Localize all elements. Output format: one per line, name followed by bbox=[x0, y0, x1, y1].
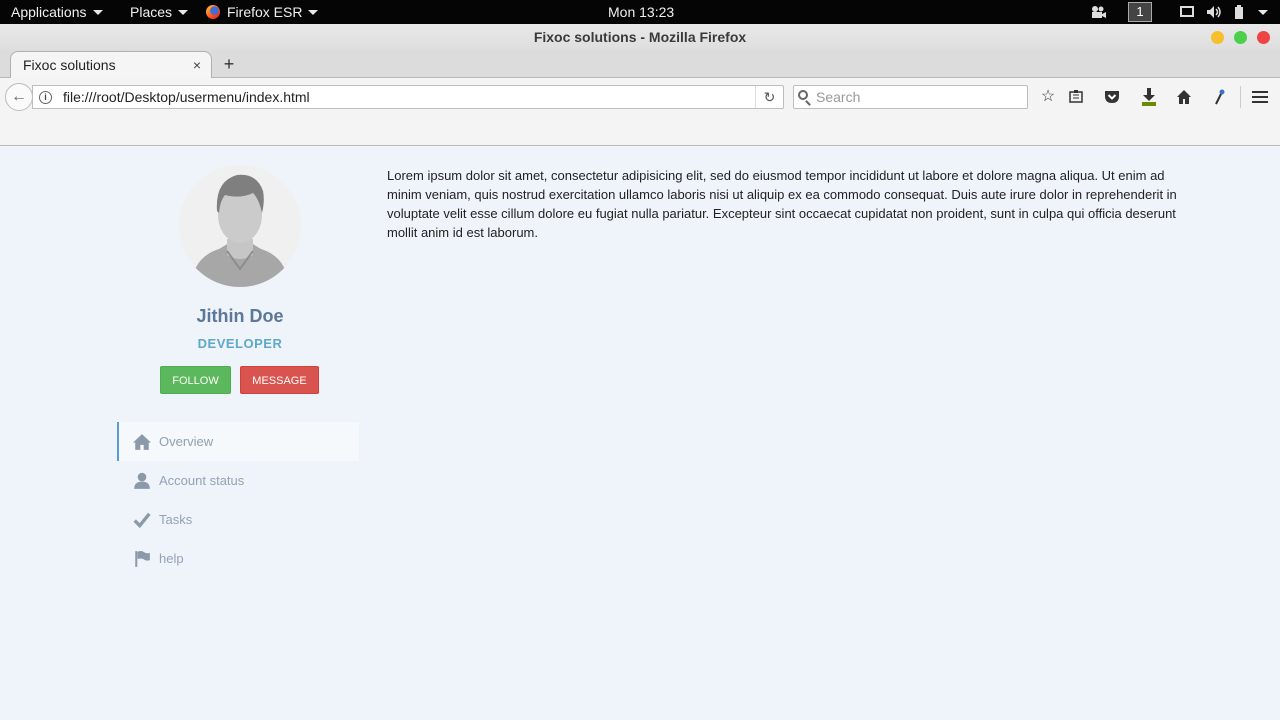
tab-fixoc-solutions[interactable]: Fixoc solutions × bbox=[10, 51, 212, 79]
nav-bar: i file:///root/Desktop/usermenu/index.ht… bbox=[0, 78, 1280, 116]
chevron-down-icon bbox=[92, 9, 103, 15]
home-icon bbox=[133, 434, 151, 450]
menu-item-label: Tasks bbox=[159, 512, 193, 527]
clock[interactable]: Mon 13:23 bbox=[608, 0, 674, 24]
arrow-left-icon: ← bbox=[11, 88, 27, 105]
chevron-down-icon bbox=[178, 9, 189, 15]
menu-item-label: help bbox=[159, 551, 184, 566]
applications-label: Applications bbox=[11, 4, 87, 20]
toolbar-divider bbox=[1240, 86, 1241, 108]
dropper-icon[interactable] bbox=[1212, 88, 1234, 110]
chevron-down-icon bbox=[308, 9, 319, 15]
places-menu[interactable]: Places bbox=[130, 0, 189, 24]
menu-item-label: Account status bbox=[159, 473, 245, 488]
flag-icon bbox=[135, 550, 150, 567]
hamburger-menu-icon[interactable] bbox=[1252, 90, 1274, 112]
menu-item-account-status[interactable]: Account status bbox=[117, 461, 359, 500]
pocket-icon[interactable] bbox=[1104, 89, 1126, 111]
firefox-icon bbox=[206, 5, 220, 19]
search-placeholder: Search bbox=[816, 89, 861, 105]
reading-list-icon[interactable] bbox=[1068, 89, 1090, 111]
tab-close-icon[interactable]: × bbox=[193, 52, 201, 78]
video-camera-icon[interactable] bbox=[1090, 5, 1106, 19]
window-title-bar: Fixoc solutions - Mozilla Firefox bbox=[0, 24, 1280, 50]
screen-icon[interactable] bbox=[1180, 6, 1194, 18]
info-icon[interactable]: i bbox=[39, 91, 52, 104]
clock-label: Mon 13:23 bbox=[608, 4, 675, 20]
bookmark-star-icon[interactable]: ☆ bbox=[1037, 86, 1059, 108]
tab-label: Fixoc solutions bbox=[23, 57, 116, 73]
workspace-indicator[interactable]: 1 bbox=[1128, 2, 1152, 22]
minimize-button[interactable] bbox=[1211, 31, 1224, 44]
home-icon[interactable] bbox=[1176, 89, 1198, 111]
reload-icon[interactable]: ↻ bbox=[755, 86, 783, 108]
profile-role: DEVELOPER bbox=[197, 336, 283, 351]
user-icon bbox=[134, 472, 150, 489]
menu-item-overview[interactable]: Overview bbox=[117, 422, 359, 461]
system-menu-chevron-icon[interactable] bbox=[1258, 10, 1268, 15]
maximize-button[interactable] bbox=[1234, 31, 1247, 44]
places-label: Places bbox=[130, 4, 173, 20]
menu-item-tasks[interactable]: Tasks bbox=[117, 500, 359, 539]
volume-icon[interactable] bbox=[1206, 5, 1222, 19]
applications-menu[interactable]: Applications bbox=[11, 0, 103, 24]
firefox-app-menu[interactable]: Firefox ESR bbox=[206, 0, 319, 24]
profile-menu: Overview Account status Tasks help bbox=[117, 422, 359, 578]
battery-icon[interactable] bbox=[1234, 5, 1244, 19]
follow-button[interactable]: FOLLOW bbox=[160, 366, 231, 394]
menu-item-help[interactable]: help bbox=[117, 539, 359, 578]
user-silhouette-icon bbox=[179, 165, 301, 287]
window-title: Fixoc solutions - Mozilla Firefox bbox=[533, 29, 747, 45]
message-button[interactable]: MESSAGE bbox=[240, 366, 319, 394]
page-content: Jithin Doe DEVELOPER FOLLOW MESSAGE Over… bbox=[0, 146, 1280, 720]
check-icon bbox=[133, 512, 151, 529]
bookmarks-toolbar bbox=[0, 116, 1280, 146]
tab-strip: Fixoc solutions × + bbox=[0, 50, 1280, 79]
back-button[interactable]: ← bbox=[5, 83, 33, 111]
url-text[interactable]: file:///root/Desktop/usermenu/index.html bbox=[63, 86, 310, 108]
new-tab-button[interactable]: + bbox=[220, 52, 238, 76]
search-input[interactable]: Search bbox=[793, 85, 1028, 109]
download-icon[interactable] bbox=[1140, 87, 1162, 109]
close-window-button[interactable] bbox=[1257, 31, 1270, 44]
avatar bbox=[179, 165, 301, 287]
menu-item-label: Overview bbox=[159, 434, 214, 449]
gnome-top-bar: Applications Places Firefox ESR Mon 13:2… bbox=[0, 0, 1280, 24]
profile-name: Jithin Doe bbox=[196, 306, 284, 326]
firefox-app-label: Firefox ESR bbox=[227, 4, 303, 20]
url-bar[interactable]: i file:///root/Desktop/usermenu/index.ht… bbox=[32, 85, 784, 109]
content-paragraph: Lorem ipsum dolor sit amet, consectetur … bbox=[387, 168, 1177, 240]
search-icon bbox=[798, 90, 808, 100]
